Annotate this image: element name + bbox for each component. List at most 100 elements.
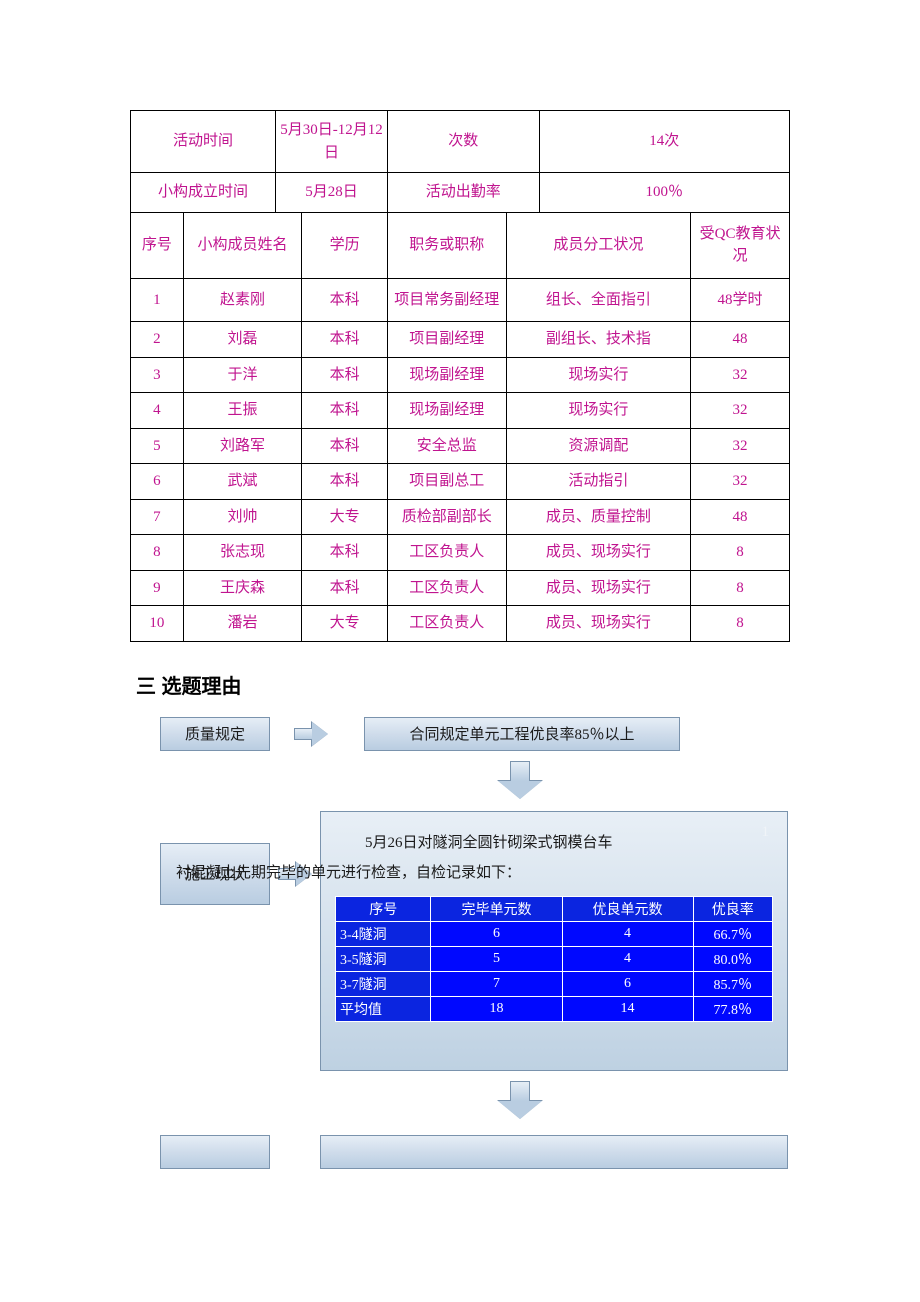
attendance-label: 活动出勤率 bbox=[387, 173, 539, 213]
cell-role: 活动指引 bbox=[506, 464, 690, 500]
arrow-down-icon bbox=[498, 1081, 542, 1121]
cell-cat: 3-7隧洞 bbox=[336, 971, 431, 996]
ih-3: 优良率 bbox=[693, 896, 772, 921]
section-heading: 三 选题理由 bbox=[136, 670, 790, 699]
times-value: 14次 bbox=[539, 111, 789, 173]
cell-seq: 2 bbox=[131, 322, 184, 358]
cell-title: 安全总监 bbox=[387, 428, 506, 464]
cell-name: 潘岩 bbox=[183, 606, 302, 642]
table-row: 8张志现本科工区负责人成员、现场实行8 bbox=[131, 535, 790, 571]
table-row: 3于洋本科现场副经理现场实行32 bbox=[131, 357, 790, 393]
cell-val: 66.7％ bbox=[693, 921, 772, 946]
quality-box: 质量规定 bbox=[160, 717, 270, 751]
cell-name: 于洋 bbox=[183, 357, 302, 393]
bottom-box-a bbox=[160, 1135, 270, 1169]
inspection-table: 序号 完毕单元数 优良单元数 优良率 3-4隧洞6466.7％3-5隧洞5480… bbox=[335, 896, 773, 1022]
cell-qc: 32 bbox=[691, 357, 790, 393]
cell-cat: 3-5隧洞 bbox=[336, 946, 431, 971]
formation-value: 5月28日 bbox=[275, 173, 387, 213]
panel-page-number: 1 bbox=[762, 824, 770, 841]
cell-qc: 8 bbox=[691, 606, 790, 642]
cell-title: 工区负责人 bbox=[387, 535, 506, 571]
cell-name: 张志现 bbox=[183, 535, 302, 571]
cell-qc: 8 bbox=[691, 570, 790, 606]
bottom-box-b bbox=[320, 1135, 788, 1169]
inspection-panel: 1 5月26日对隧洞全圆针砌梁式钢模台车 衬混凝土先期完毕的单元进行检查，自检记… bbox=[320, 811, 788, 1071]
cell-title: 现场副经理 bbox=[387, 357, 506, 393]
flow-diagram: 质量规定 合同规定单元工程优良率85％以上 施工现状 1 5月26日对隧洞全圆针… bbox=[154, 717, 814, 1197]
cell-title: 项目副总工 bbox=[387, 464, 506, 500]
cell-val: 85.7％ bbox=[693, 971, 772, 996]
activity-time-value: 5月30日-12月12日 bbox=[275, 111, 387, 173]
arrow-down-icon bbox=[498, 761, 542, 801]
cell-edu: 大专 bbox=[302, 499, 388, 535]
cell-role: 成员、质量控制 bbox=[506, 499, 690, 535]
ih-0: 序号 bbox=[336, 896, 431, 921]
table-row: 平均值181477.8％ bbox=[336, 996, 773, 1021]
cell-val: 6 bbox=[431, 921, 562, 946]
arrow-right-icon bbox=[294, 722, 328, 746]
cell-name: 刘帅 bbox=[183, 499, 302, 535]
cell-val: 6 bbox=[562, 971, 693, 996]
cell-cat: 平均值 bbox=[336, 996, 431, 1021]
col-qc: 受QC教育状况 bbox=[691, 212, 790, 278]
cell-val: 14 bbox=[562, 996, 693, 1021]
cell-seq: 1 bbox=[131, 278, 184, 322]
cell-title: 工区负责人 bbox=[387, 606, 506, 642]
cell-seq: 4 bbox=[131, 393, 184, 429]
col-name: 小构成员姓名 bbox=[183, 212, 302, 278]
cell-edu: 本科 bbox=[302, 535, 388, 571]
cell-role: 成员、现场实行 bbox=[506, 606, 690, 642]
table-row: 1赵素刚本科项目常务副经理组长、全面指引48学时 bbox=[131, 278, 790, 322]
cell-seq: 9 bbox=[131, 570, 184, 606]
table-row: 4王振本科现场副经理现场实行32 bbox=[131, 393, 790, 429]
cell-role: 现场实行 bbox=[506, 357, 690, 393]
cell-title: 项目副经理 bbox=[387, 322, 506, 358]
cell-val: 7 bbox=[431, 971, 562, 996]
cell-val: 77.8％ bbox=[693, 996, 772, 1021]
cell-edu: 本科 bbox=[302, 278, 388, 322]
cell-name: 王振 bbox=[183, 393, 302, 429]
panel-text-line1: 5月26日对隧洞全圆针砌梁式钢模台车 bbox=[365, 835, 613, 851]
col-edu: 学历 bbox=[302, 212, 388, 278]
ih-2: 优良单元数 bbox=[562, 896, 693, 921]
times-label: 次数 bbox=[387, 111, 539, 173]
cell-role: 资源调配 bbox=[506, 428, 690, 464]
table-row: 2刘磊本科项目副经理副组长、技术指48 bbox=[131, 322, 790, 358]
attendance-value: 100％ bbox=[539, 173, 789, 213]
cell-cat: 3-4隧洞 bbox=[336, 921, 431, 946]
ih-1: 完毕单元数 bbox=[431, 896, 562, 921]
cell-edu: 本科 bbox=[302, 393, 388, 429]
summary-row-2: 小构成立时间 5月28日 活动出勤率 100％ bbox=[131, 173, 790, 213]
formation-label: 小构成立时间 bbox=[131, 173, 276, 213]
summary-row-1: 活动时间 5月30日-12月12日 次数 14次 bbox=[131, 111, 790, 173]
cell-seq: 8 bbox=[131, 535, 184, 571]
members-table: 活动时间 5月30日-12月12日 次数 14次 小构成立时间 5月28日 活动… bbox=[130, 110, 790, 642]
cell-seq: 5 bbox=[131, 428, 184, 464]
cell-role: 现场实行 bbox=[506, 393, 690, 429]
cell-role: 组长、全面指引 bbox=[506, 278, 690, 322]
cell-title: 工区负责人 bbox=[387, 570, 506, 606]
table-row: 9王庆森本科工区负责人成员、现场实行8 bbox=[131, 570, 790, 606]
cell-role: 副组长、技术指 bbox=[506, 322, 690, 358]
col-title: 职务或职称 bbox=[387, 212, 506, 278]
cell-val: 4 bbox=[562, 921, 693, 946]
cell-edu: 本科 bbox=[302, 428, 388, 464]
cell-qc: 8 bbox=[691, 535, 790, 571]
table-row: 3-4隧洞6466.7％ bbox=[336, 921, 773, 946]
cell-edu: 大专 bbox=[302, 606, 388, 642]
cell-name: 刘磊 bbox=[183, 322, 302, 358]
cell-seq: 6 bbox=[131, 464, 184, 500]
table-row: 3-5隧洞5480.0％ bbox=[336, 946, 773, 971]
table-row: 7刘帅大专质检部副部长成员、质量控制48 bbox=[131, 499, 790, 535]
cell-name: 王庆森 bbox=[183, 570, 302, 606]
cell-qc: 32 bbox=[691, 428, 790, 464]
contract-box: 合同规定单元工程优良率85％以上 bbox=[364, 717, 680, 751]
cell-role: 成员、现场实行 bbox=[506, 535, 690, 571]
document-page: 活动时间 5月30日-12月12日 次数 14次 小构成立时间 5月28日 活动… bbox=[0, 0, 920, 1197]
cell-qc: 48 bbox=[691, 499, 790, 535]
cell-qc: 32 bbox=[691, 464, 790, 500]
cell-seq: 10 bbox=[131, 606, 184, 642]
cell-qc: 32 bbox=[691, 393, 790, 429]
panel-text-line2: 衬混凝土先期完毕的单元进行检查，自检记录如下： bbox=[335, 858, 773, 888]
